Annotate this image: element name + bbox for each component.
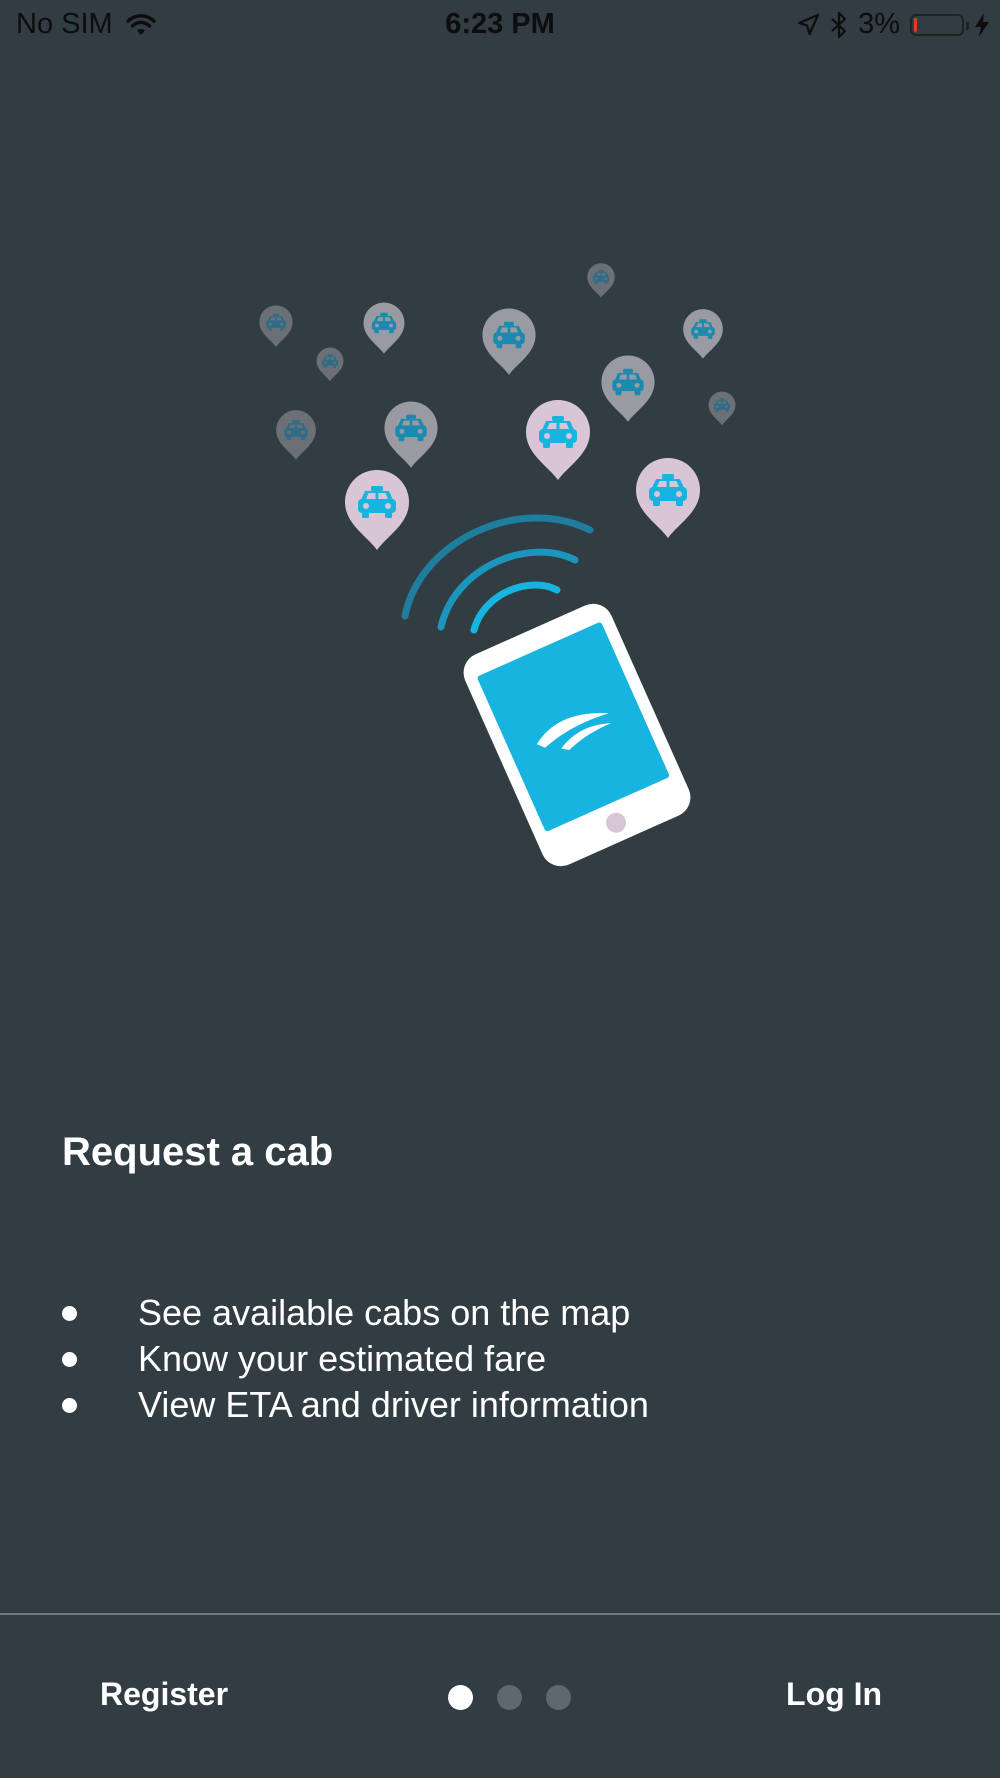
taxi-pin-icon [601,355,654,421]
location-arrow-icon [797,13,820,35]
taxi-pin-icon [345,470,409,550]
page-dot-2[interactable] [497,1685,522,1710]
taxi-pin-icon [482,308,535,374]
onboarding-illustration [0,240,1000,867]
taxi-pin-icon [636,458,700,538]
status-bar: No SIM 6:23 PM 3% [0,0,1000,52]
bullet-icon [62,1397,77,1413]
taxi-pin-icon [259,305,292,347]
status-right: 3% [796,8,990,41]
list-item: View ETA and driver information [62,1382,649,1428]
page-dot-1[interactable] [448,1685,473,1710]
page-title: Request a cab [62,1130,334,1174]
list-item-text: Know your estimated fare [138,1338,547,1379]
list-item-text: View ETA and driver information [138,1384,649,1425]
battery-percent: 3% [858,8,900,40]
taxi-pin-icon [683,309,723,359]
list-item: Know your estimated fare [62,1336,649,1382]
register-button[interactable]: Register [100,1676,228,1713]
taxi-pin-icon [276,410,316,460]
battery-icon [910,13,969,36]
login-button[interactable]: Log In [786,1676,882,1713]
battery-level [914,17,917,32]
page-dot-3[interactable] [546,1685,571,1710]
taxi-pin-icon [384,401,437,467]
taxi-pin-icon [709,392,736,426]
list-item: See available cabs on the map [62,1290,649,1336]
bullet-icon [62,1305,77,1321]
phone-icon [463,603,691,867]
list-item-text: See available cabs on the map [138,1292,631,1333]
charging-bolt-icon [975,12,989,37]
taxi-pin-icon [526,400,590,480]
taxi-pin-icon [317,348,344,382]
taxi-pin-icon [364,303,405,354]
footer-divider [0,1613,1000,1615]
bluetooth-icon [831,11,847,38]
feature-list: See available cabs on the map Know your … [62,1290,649,1428]
signal-waves-icon [401,514,594,634]
bullet-icon [62,1351,77,1367]
page-indicator[interactable] [448,1685,571,1710]
taxi-pin-icon [587,263,615,297]
